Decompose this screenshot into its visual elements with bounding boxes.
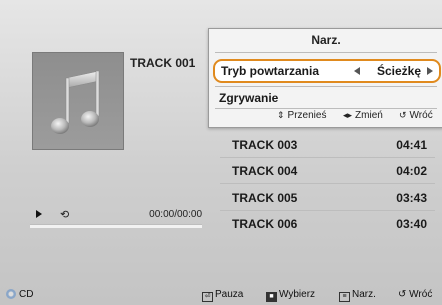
change-hint-label: Zmień bbox=[355, 110, 383, 121]
left-right-arrows-icon: ◂▸ bbox=[343, 110, 353, 120]
track-row[interactable]: TRACK 006 03:40 bbox=[220, 212, 435, 236]
play-icon bbox=[36, 210, 42, 218]
move-hint-label: Przenieś bbox=[287, 110, 327, 121]
source-indicator: CD bbox=[6, 289, 33, 300]
back-hint: ↺ Wróć bbox=[399, 110, 433, 121]
return-icon: ↺ bbox=[398, 289, 407, 300]
track-duration: 04:02 bbox=[396, 164, 427, 178]
select-key-icon: ■ bbox=[266, 292, 277, 302]
repeat-mode-option[interactable]: Tryb powtarzania Ścieżkę bbox=[213, 59, 441, 83]
playback-status: ⟲ 00:00/00:00 bbox=[30, 208, 202, 222]
track-name: TRACK 005 bbox=[232, 191, 298, 205]
back-button[interactable]: ↺ Wróć bbox=[398, 289, 432, 300]
popup-divider bbox=[215, 86, 437, 87]
tools-button[interactable]: ≡ Narz. bbox=[339, 289, 376, 302]
playback-time: 00:00/00:00 bbox=[149, 209, 202, 220]
up-down-arrows-icon: ⇕ bbox=[277, 110, 285, 120]
arrow-right-icon[interactable] bbox=[427, 67, 433, 75]
popup-divider bbox=[215, 108, 437, 109]
popup-hints: ⇕ Przenieś ◂▸ Zmień ↺ Wróć bbox=[209, 110, 442, 124]
track-name: TRACK 003 bbox=[232, 138, 298, 152]
popup-title: Narz. bbox=[311, 33, 341, 47]
track-duration: 03:43 bbox=[396, 191, 427, 205]
album-art bbox=[32, 52, 124, 150]
track-row[interactable]: TRACK 003 04:41 bbox=[220, 133, 435, 157]
disc-icon bbox=[6, 289, 16, 299]
select-label: Wybierz bbox=[279, 289, 316, 300]
tools-popup: Narz. Tryb powtarzania Ścieżkę Zgrywanie… bbox=[208, 28, 442, 128]
rip-option[interactable]: Zgrywanie bbox=[219, 91, 278, 105]
pause-label: Pauza bbox=[215, 289, 244, 300]
current-track-title: TRACK 001 bbox=[130, 56, 196, 70]
progress-bar bbox=[30, 224, 202, 228]
music-player-screen: TRACK 001 ⟲ 00:00/00:00 TRACK 003 04:41 … bbox=[0, 0, 442, 305]
source-label: CD bbox=[19, 289, 34, 300]
return-icon: ↺ bbox=[399, 110, 407, 120]
track-duration: 03:40 bbox=[396, 217, 427, 231]
track-row[interactable]: TRACK 004 04:02 bbox=[220, 159, 435, 183]
tools-label: Narz. bbox=[352, 289, 376, 300]
pause-button[interactable]: ⏎ Pauza bbox=[202, 289, 243, 302]
track-name: TRACK 006 bbox=[232, 217, 298, 231]
pause-key-icon: ⏎ bbox=[202, 292, 213, 302]
music-note-icon bbox=[51, 70, 100, 134]
track-duration: 04:41 bbox=[396, 138, 427, 152]
move-hint: ⇕ Przenieś bbox=[277, 110, 326, 121]
select-button[interactable]: ■ Wybierz bbox=[266, 289, 315, 302]
track-name: TRACK 004 bbox=[232, 164, 298, 178]
row-divider bbox=[220, 210, 435, 211]
arrow-left-icon[interactable] bbox=[354, 67, 360, 75]
change-hint: ◂▸ Zmień bbox=[343, 110, 383, 121]
option-value: Ścieżkę bbox=[376, 64, 421, 78]
row-divider bbox=[220, 183, 435, 184]
track-row[interactable]: TRACK 005 03:43 bbox=[220, 186, 435, 210]
row-divider bbox=[220, 157, 435, 158]
bottom-bar: CD ⏎ Pauza ■ Wybierz ≡ Narz. ↺ Wróć bbox=[0, 284, 442, 305]
back-label: Wróć bbox=[409, 289, 433, 300]
tools-key-icon: ≡ bbox=[339, 292, 350, 302]
option-label: Tryb powtarzania bbox=[221, 64, 320, 78]
repeat-icon: ⟲ bbox=[60, 209, 70, 221]
popup-divider bbox=[215, 52, 437, 53]
back-hint-label: Wróć bbox=[409, 110, 433, 121]
